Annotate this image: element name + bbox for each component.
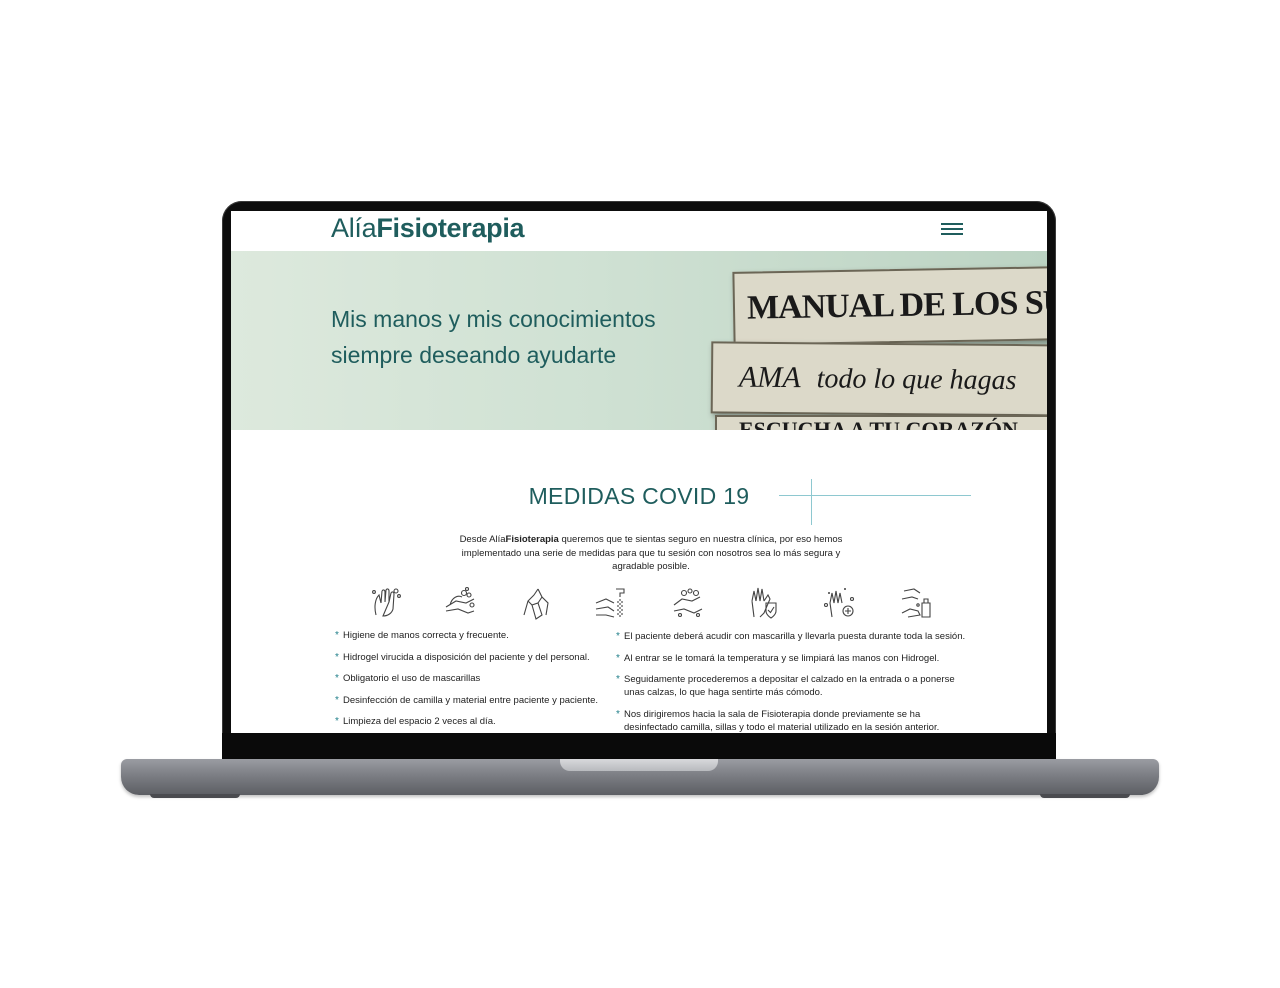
hamburger-bar [941, 223, 963, 225]
bullet-star-icon: * [616, 631, 620, 642]
list-item: * Higiene de manos correcta y frecuente. [335, 630, 615, 652]
list-item: * Limpieza del espacio 2 veces al día. [335, 716, 615, 733]
hand-wash-icon [368, 585, 404, 621]
sanitize-hands-icon [822, 585, 858, 621]
list-item-text: Limpieza del espacio 2 veces al día. [343, 716, 496, 727]
hero-banner: Mis manos y mis conocimientos siempre de… [231, 251, 1047, 430]
hamburger-menu-icon[interactable] [941, 221, 963, 237]
covid-measures-left-list: * Higiene de manos correcta y frecuente. … [335, 630, 615, 733]
list-item-text: Nos dirigiremos hacia la sala de Fisiote… [624, 709, 940, 733]
covid-measures-right-list: * El paciente deberá acudir con mascarill… [616, 631, 966, 733]
laptop-opening-notch [560, 759, 718, 771]
list-item-text: El paciente deberá acudir con mascarilla… [624, 631, 966, 642]
dispenser-hand-icon [898, 585, 934, 621]
site-header: AlíaFisioterapia [231, 211, 1047, 251]
covid-section-title: MEDIDAS COVID 19 [528, 483, 750, 509]
covid-intro-text: Desde AlíaFisioterapia queremos que te s… [451, 533, 851, 574]
sign-plank-2: AMA todo lo que hagas [710, 341, 1047, 417]
laptop-foot-right [1040, 794, 1130, 798]
soap-hands-icon [442, 585, 478, 621]
bullet-star-icon: * [335, 630, 339, 641]
logo-bold-text: Fisioterapia [376, 213, 525, 243]
list-item: * Hidrogel virucida a disposición del pac… [335, 652, 615, 674]
list-item-text: Seguidamente procederemos a depositar el… [624, 674, 955, 698]
laptop-foot-left [150, 794, 240, 798]
list-item-text: Obligatorio el uso de mascarillas [343, 673, 481, 684]
list-item-text: Al entrar se le tomará la temperatura y … [624, 652, 940, 664]
bullet-star-icon: * [335, 716, 339, 727]
laptop-bottom-bezel [222, 733, 1056, 761]
list-item: * Desinfección de camilla y material entr… [335, 695, 615, 717]
intro-bold: Fisioterapia [505, 534, 559, 545]
hamburger-bar [941, 233, 963, 235]
sign-plank-2-small: todo lo que hagas [816, 363, 1017, 397]
hero-tagline-line1: Mis manos y mis conocimientos [331, 306, 656, 332]
hero-tagline-line2: siempre deseando ayudarte [331, 342, 617, 368]
bullet-star-icon: * [335, 673, 339, 684]
list-item: * Nos dirigiremos hacia la sala de Fisiot… [616, 709, 966, 733]
list-item-text: Higiene de manos correcta y frecuente. [343, 630, 509, 641]
bullet-star-icon: * [616, 652, 620, 664]
hamburger-bar [941, 228, 963, 230]
hero-tagline: Mis manos y mis conocimientos siempre de… [331, 301, 711, 373]
list-item: * Seguidamente procederemos a depositar e… [616, 674, 966, 709]
sign-plank-2-big: AMA [738, 360, 801, 395]
site-logo[interactable]: AlíaFisioterapia [331, 213, 525, 244]
list-item: * Al entrar se le tomará la temperatura y… [616, 653, 966, 675]
faucet-hands-icon [594, 585, 630, 621]
sign-plank-1: MANUAL DE LOS SUEÑOS [732, 266, 1047, 346]
sign-plank-3: ESCUCHA A TU CORAZÓN [715, 415, 1047, 430]
list-item-text: Hidrogel virucida a disposición del paci… [343, 651, 590, 663]
bullet-star-icon: * [335, 651, 339, 663]
list-item-text: Desinfección de camilla y material entre… [343, 694, 599, 706]
bullet-star-icon: * [616, 674, 620, 685]
rinse-hands-icon [670, 585, 706, 621]
logo-light-text: Alía [331, 213, 377, 243]
intro-before: Desde Alía [459, 534, 506, 545]
laptop-screen: AlíaFisioterapia Mis manos y mis conocim… [231, 211, 1047, 733]
hand-shield-icon [746, 585, 782, 621]
bullet-star-icon: * [335, 694, 339, 706]
list-item: * Obligatorio el uso de mascarillas [335, 673, 615, 695]
tissue-hands-icon [518, 585, 554, 621]
bullet-star-icon: * [616, 709, 620, 720]
list-item: * El paciente deberá acudir con mascarill… [616, 631, 966, 653]
wooden-signs-image: MANUAL DE LOS SUEÑOS AMA todo lo que haga… [709, 265, 1047, 430]
hygiene-icons-row [368, 585, 948, 625]
